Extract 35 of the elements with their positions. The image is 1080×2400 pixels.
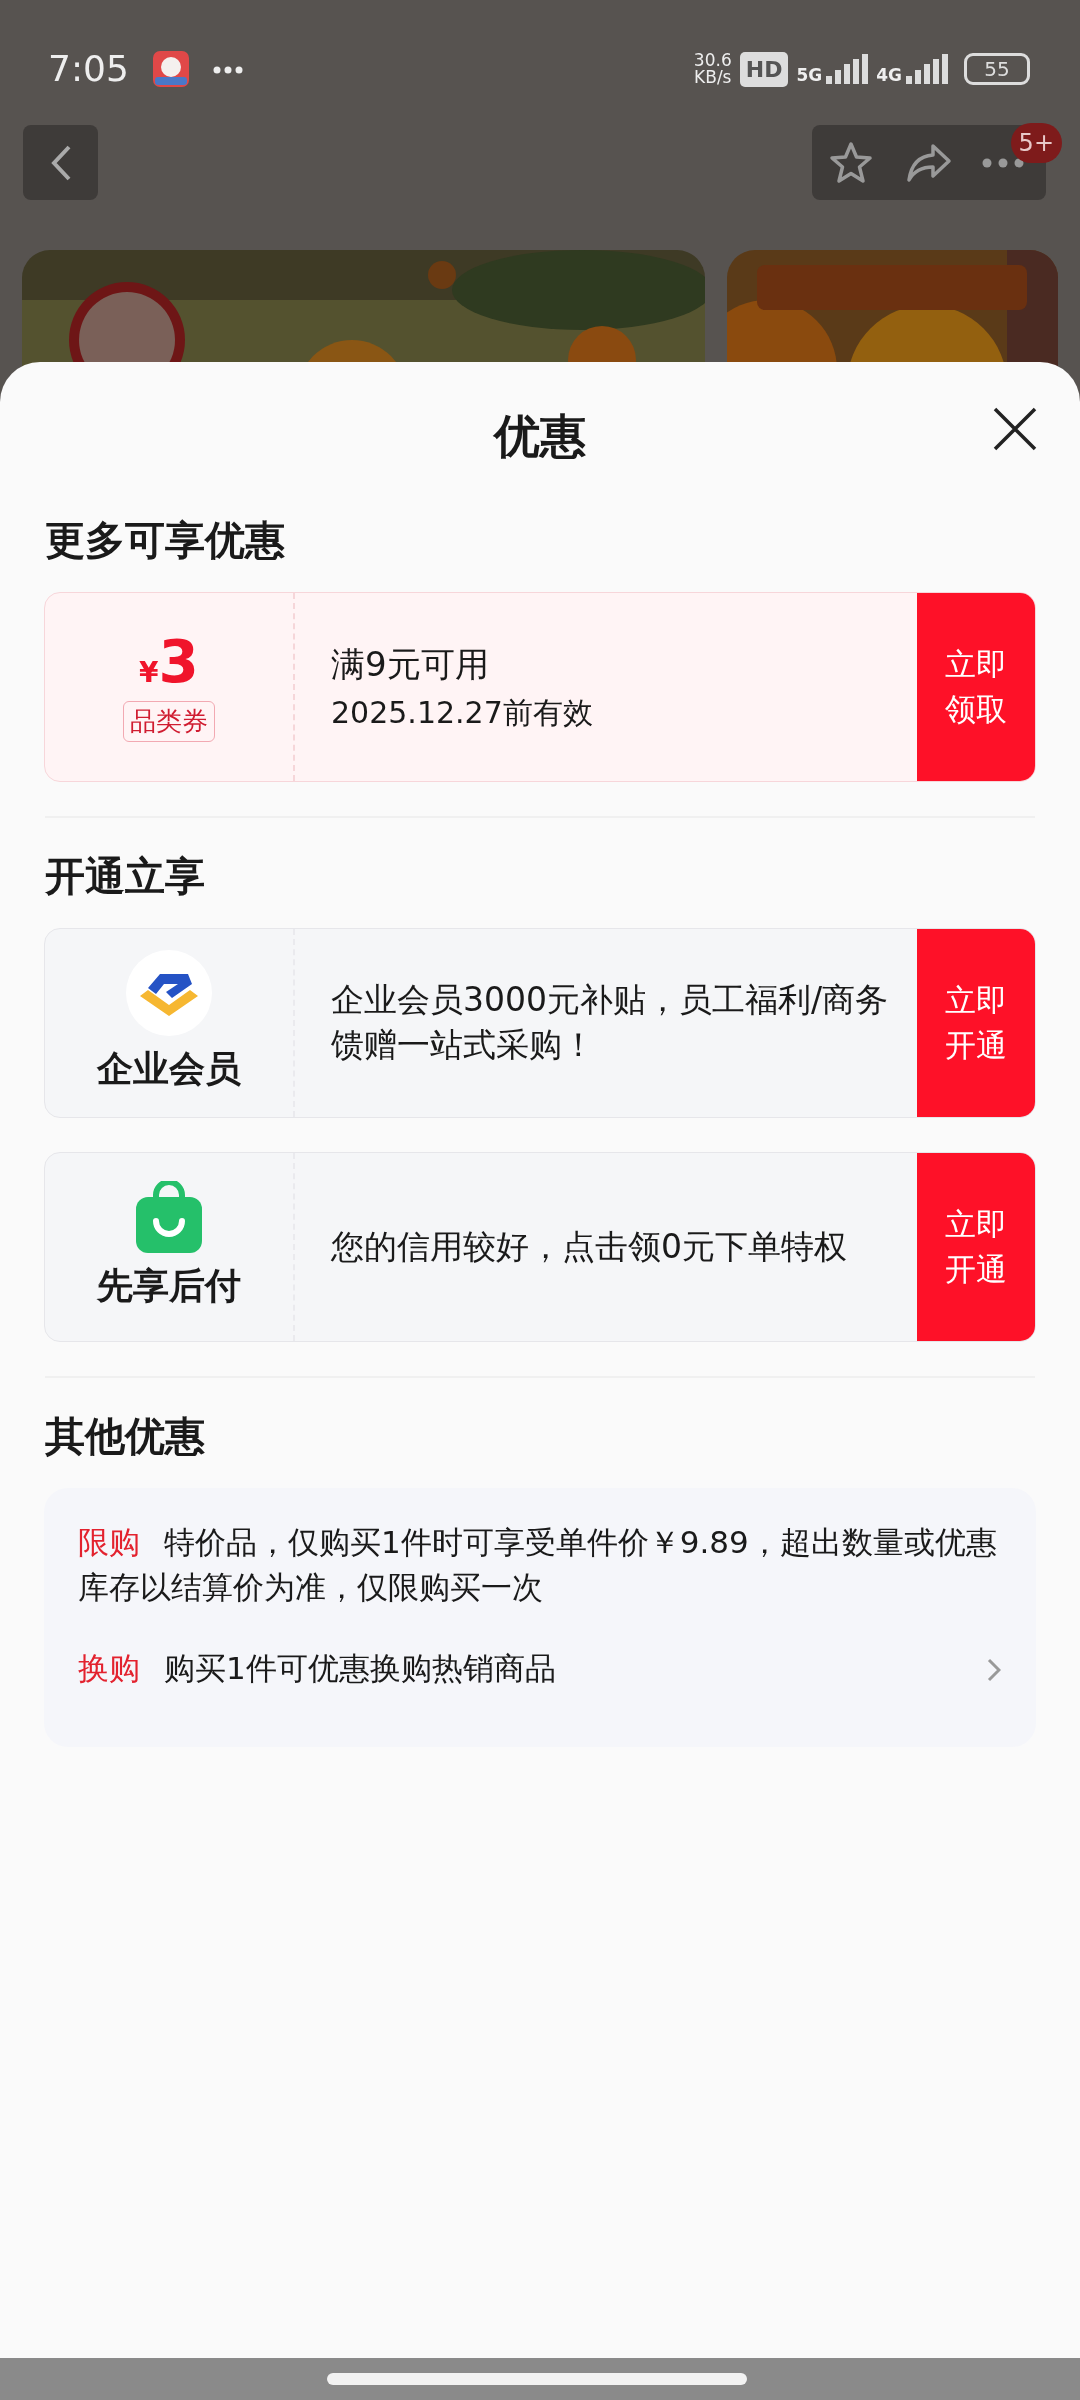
- clock-time: 7:05: [48, 47, 129, 91]
- claim-button[interactable]: 立即领取: [917, 593, 1035, 781]
- sheet-title: 优惠: [494, 408, 586, 465]
- app-icon: [152, 51, 189, 87]
- shopping-bag-icon: [136, 1181, 202, 1253]
- network-speed: 30.6 KB/s: [693, 52, 732, 86]
- service-description: 企业会员3000元补贴，员工福利/商务馈赠一站式采购！: [331, 979, 890, 1066]
- chevron-right-icon[interactable]: [987, 1658, 1001, 1683]
- offer-text: 换购 购买1件可优惠换购热销商品: [78, 1648, 557, 1688]
- share-icon: [905, 141, 953, 184]
- service-name: 企业会员: [97, 1047, 241, 1091]
- service-description: 您的信用较好，点击领0元下单特权: [331, 1225, 848, 1268]
- star-icon: [828, 139, 874, 186]
- diamond-logo-icon: [126, 950, 212, 1036]
- more-icon: [982, 158, 1024, 168]
- signal-icon: [826, 54, 869, 84]
- activate-button[interactable]: 立即开通: [917, 929, 1035, 1117]
- coupon-type-tag: 品类券: [123, 700, 215, 742]
- hd-badge: HD: [739, 51, 789, 87]
- battery-level: 55: [964, 53, 1030, 85]
- coupon-amount: ¥3: [139, 632, 199, 691]
- back-button[interactable]: [23, 125, 98, 200]
- network-label: 4G: [876, 67, 902, 84]
- section-title: 开通立享: [44, 852, 206, 901]
- signal-icon: [906, 54, 948, 84]
- coupon-validity: 2025.12.27前有效: [331, 694, 594, 732]
- section-title: 更多可享优惠: [44, 516, 286, 565]
- section-title: 其他优惠: [44, 1412, 206, 1461]
- network-label: 5G: [796, 67, 823, 84]
- more-icon: [212, 65, 243, 74]
- activate-button[interactable]: 立即开通: [917, 1153, 1035, 1341]
- offer-text: 限购 特价品，仅购买1件时可享受单件价￥9.89，超出数量或优惠库存以结算价为准，仅限购买一次: [78, 1523, 998, 1607]
- coupon-condition: 满9元可用: [331, 643, 490, 686]
- notification-badge: 5+: [1010, 123, 1062, 163]
- service-name: 先享后付: [97, 1264, 241, 1308]
